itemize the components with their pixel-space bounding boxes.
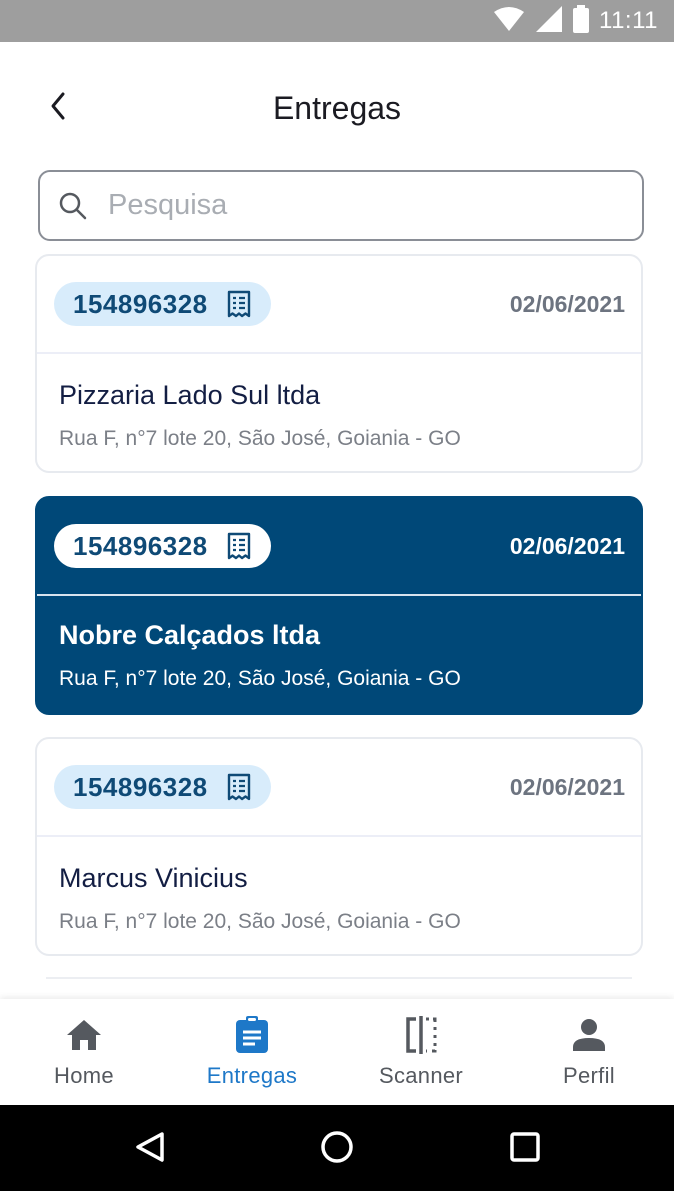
wifi-icon: [493, 6, 525, 37]
system-back-button[interactable]: [128, 1127, 172, 1171]
recipient-name: Pizzaria Lado Sul ltda: [59, 380, 321, 410]
delivery-code: 154896328: [73, 288, 208, 319]
nav-label: Perfil: [563, 1063, 615, 1088]
nav-item-perfil[interactable]: Perfil: [505, 999, 673, 1105]
circle-home-icon: [320, 1130, 354, 1169]
receipt-icon: [226, 290, 252, 318]
home-icon: [64, 1015, 104, 1055]
nav-label: Scanner: [378, 1063, 464, 1088]
recipient-address: Rua F, n°7 lote 20, São José, Goiania - …: [59, 427, 461, 450]
receipt-icon: [226, 773, 252, 801]
system-home-button[interactable]: [315, 1127, 359, 1171]
card-header: 154896328 02/06/2021: [37, 256, 641, 354]
list-divider: [46, 977, 632, 979]
nav-label: Entregas: [206, 1063, 298, 1088]
card-body: Nobre Calçados ltda Rua F, n°7 lote 20, …: [59, 620, 461, 691]
delivery-code-badge: 154896328: [54, 524, 271, 568]
nav-item-entregas[interactable]: Entregas: [168, 999, 336, 1105]
status-time: 11:11: [599, 7, 658, 34]
delivery-card[interactable]: 154896328 02/06/2021 Marcus Vinicius Rua…: [35, 737, 643, 956]
card-header: 154896328 02/06/2021: [37, 739, 641, 837]
person-icon: [569, 1015, 609, 1055]
delivery-card-selected[interactable]: 154896328 02/06/2021 Nobre Calçados ltda…: [35, 496, 643, 715]
receipt-icon: [226, 532, 252, 560]
delivery-card[interactable]: 154896328 02/06/2021 Pizzaria Lado Sul l…: [35, 254, 643, 473]
recipient-name: Marcus Vinicius: [59, 863, 248, 893]
card-header: 154896328 02/06/2021: [37, 498, 641, 596]
status-icons: 11:11: [493, 0, 658, 42]
square-recents-icon: [509, 1131, 541, 1168]
card-body: Pizzaria Lado Sul ltda Rua F, n°7 lote 2…: [59, 380, 461, 451]
recipient-address: Rua F, n°7 lote 20, São José, Goiania - …: [59, 667, 461, 690]
clipboard-icon: [232, 1015, 272, 1055]
card-body: Marcus Vinicius Rua F, n°7 lote 20, São …: [59, 863, 461, 934]
search-input[interactable]: [108, 189, 608, 222]
nav-label: Home: [54, 1063, 114, 1088]
delivery-code-badge: 154896328: [54, 282, 271, 326]
recipient-address: Rua F, n°7 lote 20, São José, Goiania - …: [59, 910, 461, 933]
search-icon: [58, 191, 88, 221]
delivery-date: 02/06/2021: [509, 774, 625, 800]
delivery-date: 02/06/2021: [509, 291, 625, 317]
nav-item-home[interactable]: Home: [0, 999, 168, 1105]
app-header: Entregas: [0, 42, 674, 170]
battery-icon: [573, 4, 589, 38]
status-bar: 11:11: [0, 0, 674, 42]
page-title: Entregas: [272, 90, 402, 126]
triangle-back-icon: [135, 1131, 165, 1168]
delivery-code-badge: 154896328: [54, 765, 271, 809]
delivery-date: 02/06/2021: [509, 533, 625, 559]
scanner-icon: [401, 1015, 441, 1055]
signal-icon: [535, 5, 563, 38]
recipient-name: Nobre Calçados ltda: [59, 620, 321, 650]
delivery-code: 154896328: [73, 530, 208, 561]
delivery-code: 154896328: [73, 771, 208, 802]
system-recents-button[interactable]: [503, 1127, 547, 1171]
system-nav-bar: [0, 1105, 674, 1191]
nav-item-scanner[interactable]: Scanner: [337, 999, 505, 1105]
bottom-nav: Home Entregas Scanner Perfil: [0, 999, 674, 1105]
search-box[interactable]: [38, 170, 644, 241]
